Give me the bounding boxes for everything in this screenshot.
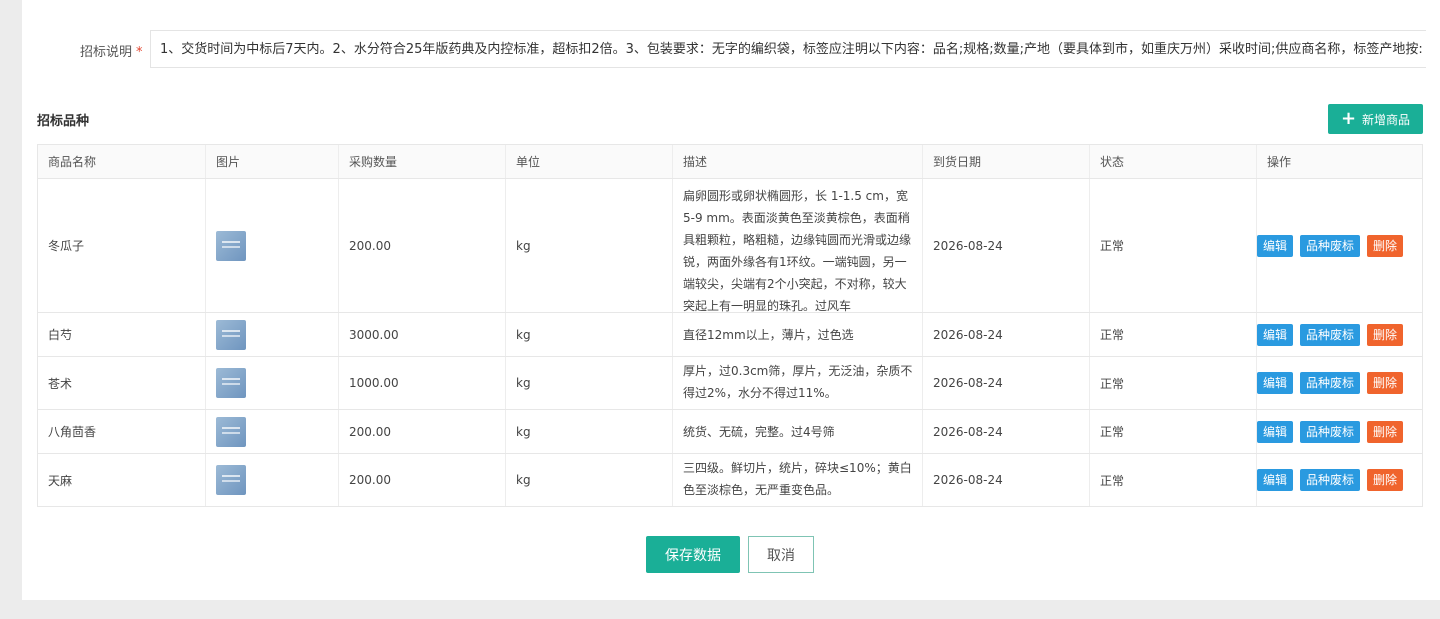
delete-button[interactable]: 删除 [1367,323,1404,346]
cancel-button[interactable]: 取消 [748,536,814,573]
delete-button[interactable]: 删除 [1367,420,1404,443]
status-text: 正常 [1089,313,1256,356]
edit-button[interactable]: 编辑 [1257,372,1294,394]
product-image-cell [205,179,338,312]
section-title: 招标品种 [37,114,90,129]
product-unit: kg [505,454,672,506]
product-qty: 3000.00 [338,313,505,356]
edit-button[interactable]: 编辑 [1257,469,1294,491]
product-name: 冬瓜子 [37,179,205,312]
tender-note-input[interactable]: 1、交货时间为中标后7天内。2、水分符合25年版药典及内控标准，超标扣2倍。3、… [150,30,1426,68]
tender-note-label-text: 招标说明 [80,45,133,60]
column-header: 采购数量 [338,145,505,178]
void-item-button[interactable]: 品种废标 [1300,420,1361,443]
product-thumbnail[interactable] [216,230,246,261]
row-actions: 编辑 品种废标 删除 [1256,179,1423,312]
product-qty: 200.00 [338,410,505,453]
product-desc: 扁卵圆形或卵状椭圆形，长 1-1.5 cm，宽 5-9 mm。表面淡黄色至淡黄棕… [672,179,922,313]
product-desc: 厚片，过0.3cm筛，厚片，无泛油，杂质不得过2%，水分不得过11%。 [672,357,922,409]
column-header: 到货日期 [922,145,1089,178]
table-header-row: 商品名称 图片 采购数量 单位 描述 到货日期 状态 操作 [37,145,1423,179]
product-name: 八角茴香 [37,410,205,453]
status-text: 正常 [1089,454,1256,506]
product-desc: 统货、无硫，完整。过4号筛 [672,410,922,453]
arrival-date: 2026-08-24 [922,454,1089,506]
add-product-label: 新增商品 [1362,112,1411,127]
form-panel: 招标说明 * 1、交货时间为中标后7天内。2、水分符合25年版药典及内控标准，超标… [22,0,1440,600]
status-text: 正常 [1089,357,1256,409]
arrival-date: 2026-08-24 [922,410,1089,453]
product-image-cell [205,313,338,356]
product-thumbnail[interactable] [216,319,246,350]
product-image-cell [205,454,338,506]
row-actions: 编辑 品种废标 删除 [1256,357,1423,409]
product-thumbnail[interactable] [216,465,246,495]
status-text: 正常 [1089,410,1256,453]
save-button[interactable]: 保存数据 [646,536,740,573]
plus-icon: + [1340,108,1357,129]
product-thumbnail[interactable] [216,416,246,447]
row-actions: 编辑 品种废标 删除 [1256,313,1423,356]
tender-note-label: 招标说明 * [80,41,143,60]
table-row: 天麻 200.00 kg 三四级。鲜切片，统片，碎块≤10%；黄白色至淡棕色，无… [37,454,1423,507]
arrival-date: 2026-08-24 [922,357,1089,409]
product-unit: kg [505,357,672,409]
column-header: 图片 [205,145,338,178]
edit-button[interactable]: 编辑 [1257,420,1294,443]
arrival-date: 2026-08-24 [922,179,1089,312]
product-desc: 直径12mm以上，薄片，过色选 [672,313,922,356]
table-row: 冬瓜子 200.00 kg 扁卵圆形或卵状椭圆形，长 1-1.5 cm，宽 5-… [37,179,1423,313]
product-image-cell [205,410,338,453]
product-unit: kg [505,410,672,453]
product-qty: 1000.00 [338,357,505,409]
void-item-button[interactable]: 品种废标 [1300,234,1361,257]
edit-button[interactable]: 编辑 [1257,234,1294,257]
table-row: 八角茴香 200.00 kg 统货、无硫，完整。过4号筛 2026-08-24 … [37,410,1423,454]
product-table: 商品名称 图片 采购数量 单位 描述 到货日期 状态 操作 冬瓜子 200.00… [37,144,1423,507]
column-header: 状态 [1089,145,1256,178]
required-mark: * [136,45,143,60]
product-unit: kg [505,179,672,312]
add-product-button[interactable]: + 新增商品 [1328,104,1423,134]
delete-button[interactable]: 删除 [1367,469,1404,491]
void-item-button[interactable]: 品种废标 [1300,469,1361,491]
product-desc: 三四级。鲜切片，统片，碎块≤10%；黄白色至淡棕色，无严重变色品。 [672,454,922,506]
product-name: 苍术 [37,357,205,409]
table-row: 白芍 3000.00 kg 直径12mm以上，薄片，过色选 2026-08-24… [37,313,1423,357]
delete-button[interactable]: 删除 [1367,372,1404,394]
product-name: 天麻 [37,454,205,506]
void-item-button[interactable]: 品种废标 [1300,372,1361,394]
edit-button[interactable]: 编辑 [1257,323,1294,346]
product-qty: 200.00 [338,179,505,312]
status-text: 正常 [1089,179,1256,312]
tender-note-row: 招标说明 * 1、交货时间为中标后7天内。2、水分符合25年版药典及内控标准，超标… [22,24,1440,74]
column-header: 商品名称 [37,145,205,178]
arrival-date: 2026-08-24 [922,313,1089,356]
column-header: 操作 [1256,145,1423,178]
delete-button[interactable]: 删除 [1367,234,1404,257]
product-thumbnail[interactable] [216,368,246,398]
table-row: 苍术 1000.00 kg 厚片，过0.3cm筛，厚片，无泛油，杂质不得过2%，… [37,357,1423,410]
row-actions: 编辑 品种废标 删除 [1256,410,1423,453]
product-image-cell [205,357,338,409]
void-item-button[interactable]: 品种废标 [1300,323,1361,346]
column-header: 描述 [672,145,922,178]
product-name: 白芍 [37,313,205,356]
product-unit: kg [505,313,672,356]
product-qty: 200.00 [338,454,505,506]
row-actions: 编辑 品种废标 删除 [1256,454,1423,506]
column-header: 单位 [505,145,672,178]
